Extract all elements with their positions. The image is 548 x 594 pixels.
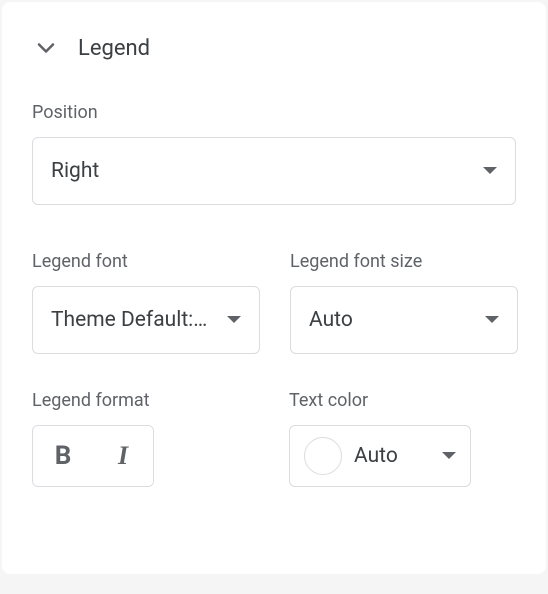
caret-down-icon (483, 167, 497, 175)
italic-button[interactable]: I (93, 426, 153, 486)
section-title: Legend (78, 36, 150, 61)
bold-button[interactable]: B (33, 426, 93, 486)
section-header: Legend (32, 34, 516, 62)
font-label: Legend font (32, 251, 260, 272)
text-color-label: Text color (289, 390, 516, 411)
font-size-field: Legend font size Auto (290, 251, 518, 354)
format-button-group: B I (32, 425, 154, 487)
caret-down-icon (442, 452, 456, 460)
color-swatch (304, 437, 342, 475)
format-field: Legend format B I (32, 390, 259, 487)
font-field: Legend font Theme Default:… (32, 251, 260, 354)
position-field: Position Right (32, 102, 516, 205)
text-color-field: Text color Auto (289, 390, 516, 487)
font-size-value: Auto (309, 308, 353, 332)
caret-down-icon (485, 316, 499, 324)
font-row: Legend font Theme Default:… Legend font … (32, 251, 516, 354)
chevron-down-icon (34, 36, 58, 60)
font-size-label: Legend font size (290, 251, 518, 272)
legend-panel: Legend Position Right Legend font Theme … (2, 2, 546, 574)
collapse-toggle[interactable] (32, 34, 60, 62)
font-size-dropdown[interactable]: Auto (290, 286, 518, 354)
font-dropdown[interactable]: Theme Default:… (32, 286, 260, 354)
text-color-value: Auto (354, 444, 422, 468)
position-dropdown[interactable]: Right (32, 137, 516, 205)
position-label: Position (32, 102, 516, 123)
format-row: Legend format B I Text color Auto (32, 390, 516, 487)
font-value: Theme Default:… (51, 308, 207, 332)
text-color-dropdown[interactable]: Auto (289, 425, 471, 487)
format-label: Legend format (32, 390, 259, 411)
caret-down-icon (227, 316, 241, 324)
position-value: Right (51, 159, 99, 183)
